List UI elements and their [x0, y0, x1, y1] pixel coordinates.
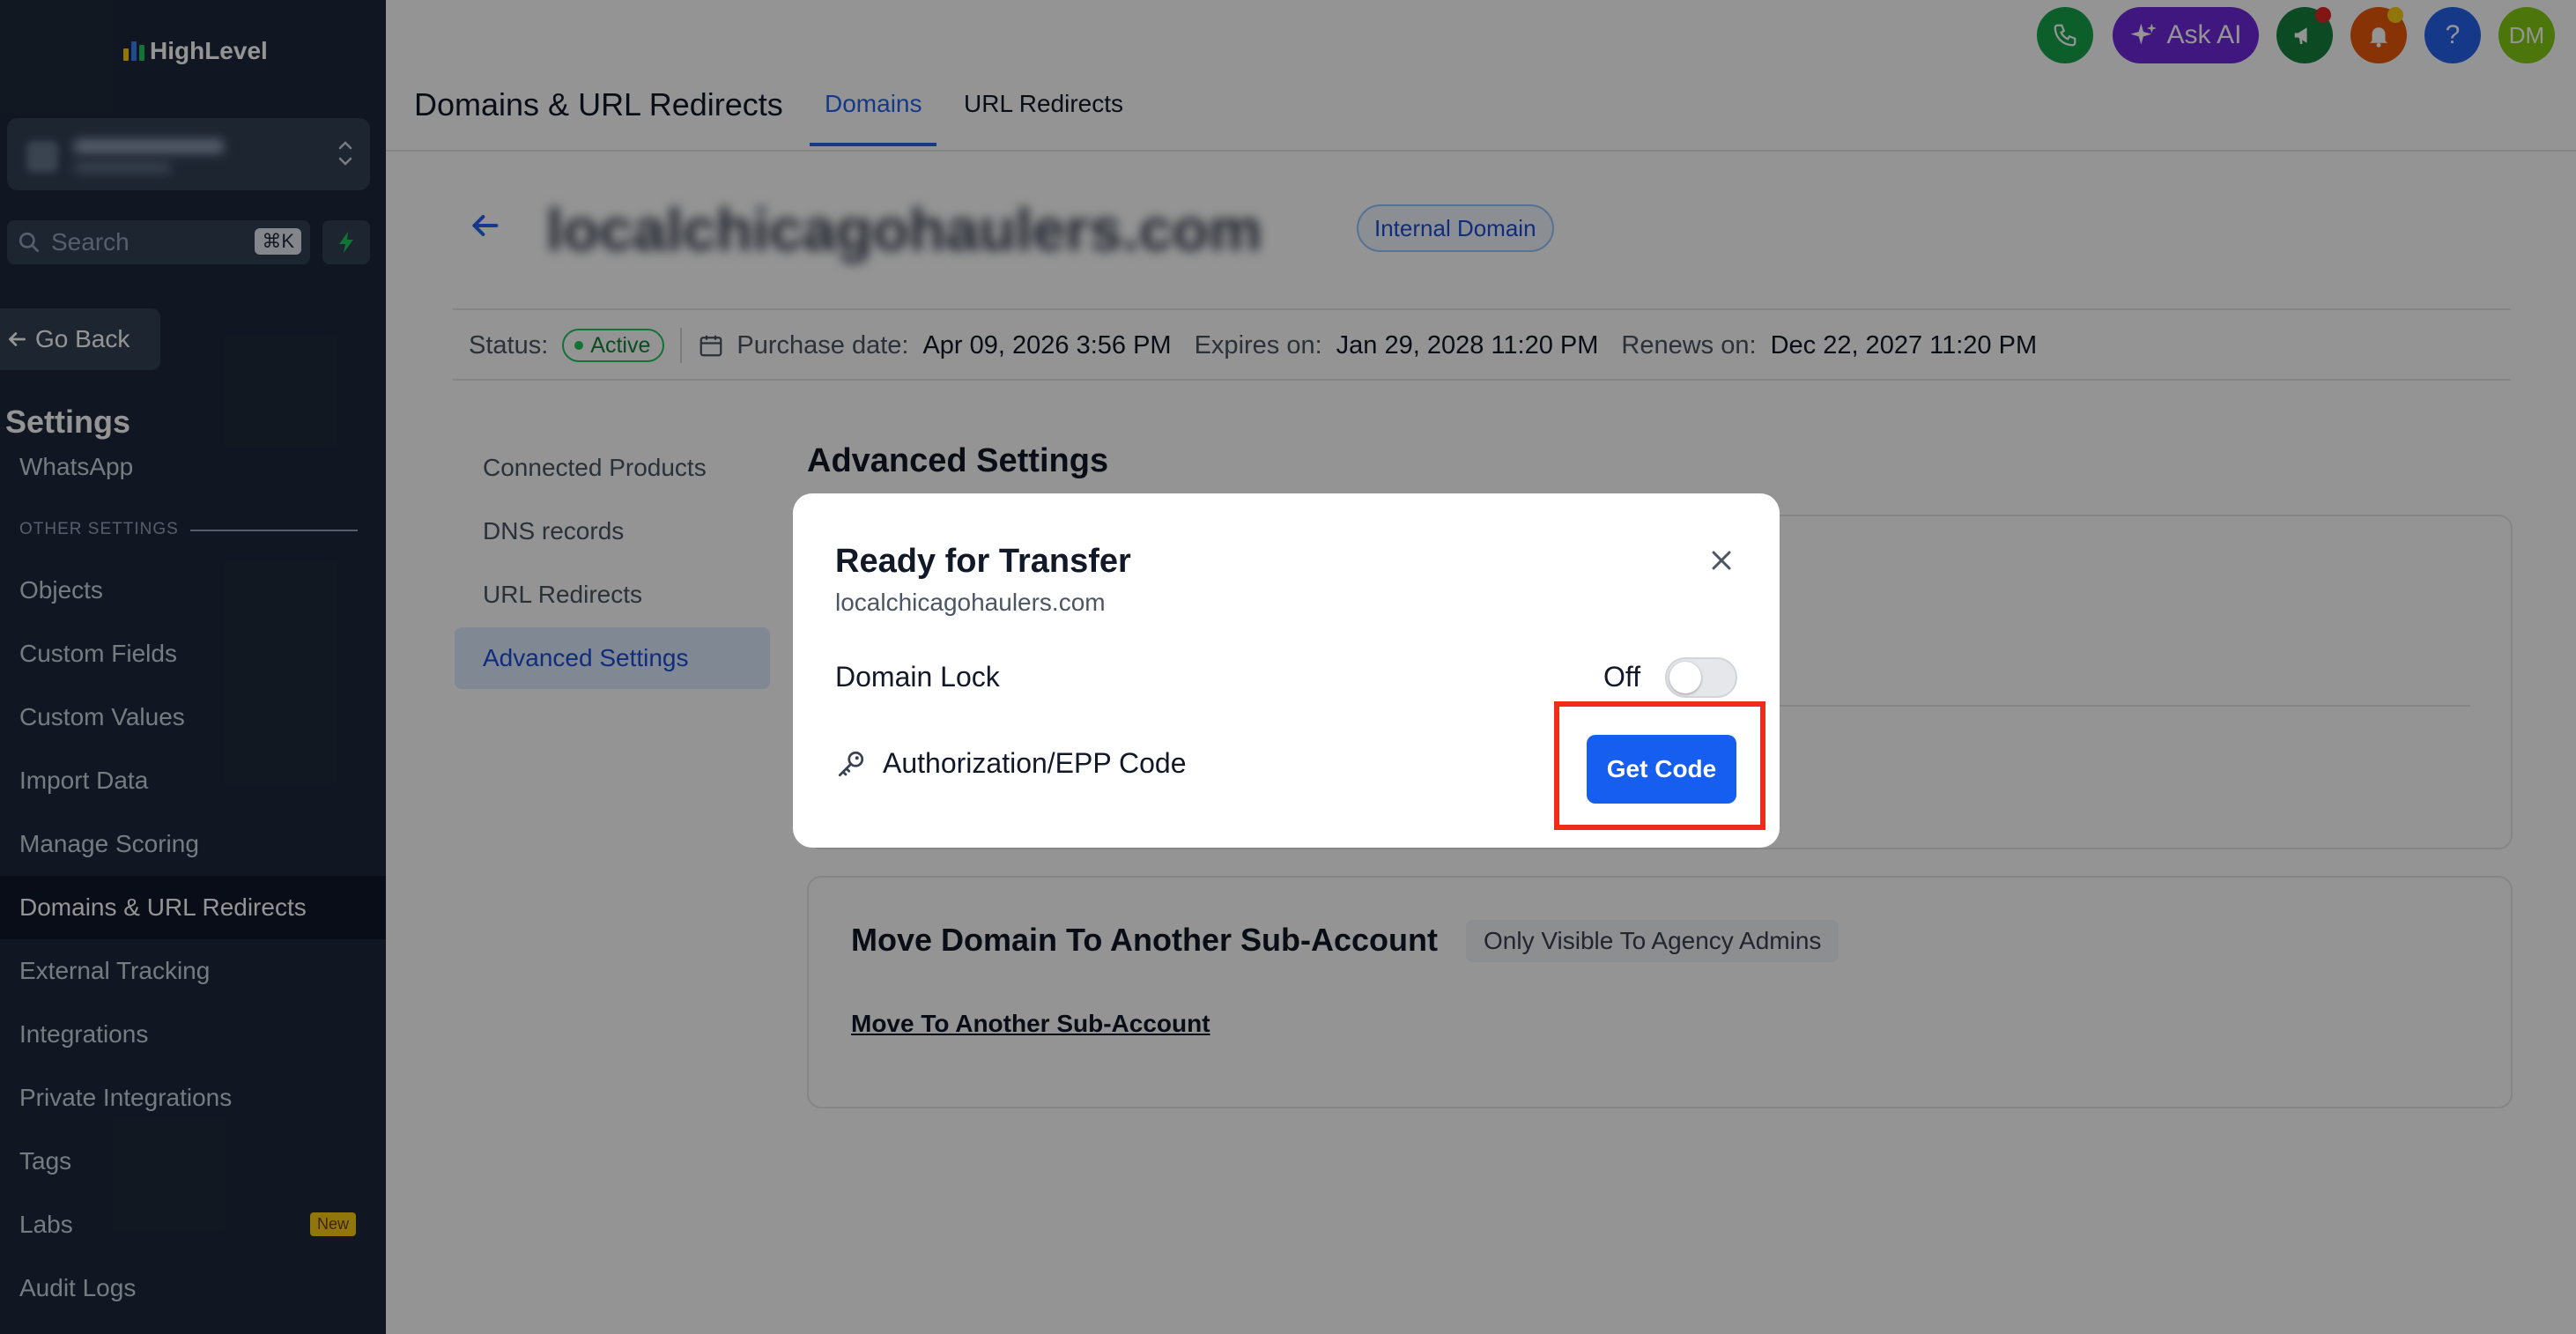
domain-lock-state: Off [1603, 661, 1641, 693]
close-button[interactable] [1706, 545, 1737, 576]
domain-lock-label: Domain Lock [835, 661, 1000, 693]
domain-lock-toggle[interactable] [1665, 657, 1737, 698]
get-code-button[interactable]: Get Code [1587, 735, 1736, 804]
close-icon [1712, 551, 1731, 570]
modal-domain-subtitle: localchicagohaulers.com [835, 589, 1106, 616]
epp-code-label: Authorization/EPP Code [883, 747, 1187, 779]
key-icon [838, 751, 864, 776]
epp-code-row: Authorization/EPP Code [835, 747, 1187, 780]
modal-title: Ready for Transfer [835, 543, 1131, 580]
toggle-knob [1669, 662, 1701, 693]
